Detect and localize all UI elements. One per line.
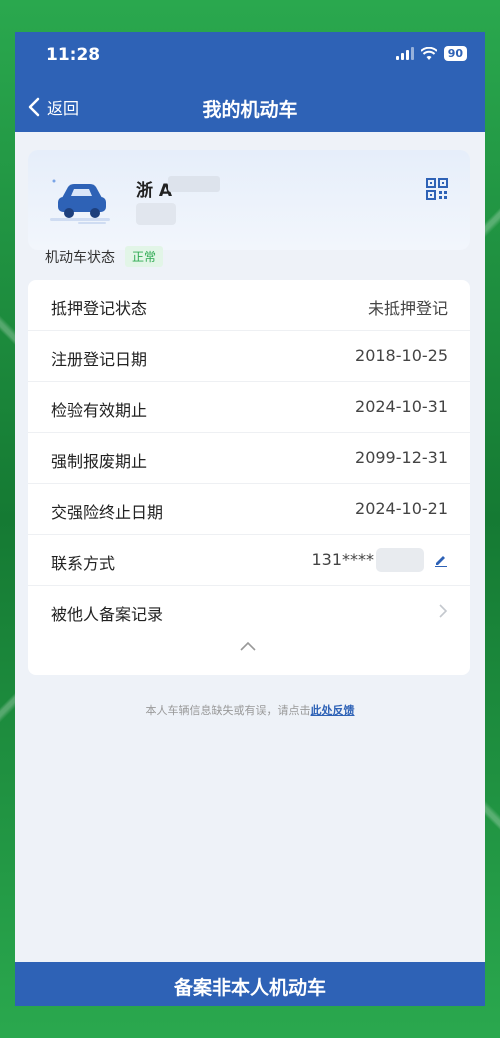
feedback-text: 本人车辆信息缺失或有误，请点击	[145, 704, 311, 717]
chevron-up-icon[interactable]	[239, 640, 257, 652]
phone-screen: 11:28 90 返回 我的机动车 浙 A 机动车状态 正常 抵押登记状态 未抵…	[15, 32, 485, 1006]
status-badge: 正常	[125, 246, 164, 267]
qr-code-icon[interactable]	[426, 178, 448, 200]
vehicle-masked-info	[136, 203, 176, 225]
status-icons: 90	[395, 46, 467, 61]
vehicle-status-label: 机动车状态	[45, 249, 115, 266]
info-row-filing-records[interactable]: 被他人备案记录	[28, 586, 470, 637]
edit-icon[interactable]	[434, 553, 448, 567]
vehicle-card[interactable]: 浙 A	[28, 150, 470, 250]
info-row-insurance-expiry: 交强险终止日期 2024-10-21	[28, 484, 470, 535]
top-bar: 11:28 90 返回 我的机动车	[15, 32, 485, 132]
info-label: 联系方式	[51, 554, 116, 573]
info-label: 注册登记日期	[51, 350, 148, 369]
info-row-contact[interactable]: 联系方式 131****	[28, 535, 470, 586]
license-plate: 浙 A	[136, 181, 173, 201]
info-row-inspection-expiry: 检验有效期止 2024-10-31	[28, 382, 470, 433]
status-bar: 11:28 90	[15, 32, 485, 80]
vehicle-info-list: 抵押登记状态 未抵押登记 注册登记日期 2018-10-25 检验有效期止 20…	[28, 280, 470, 675]
info-value: 2024-10-21	[355, 499, 448, 518]
info-row-scrap-deadline: 强制报废期止 2099-12-31	[28, 433, 470, 484]
info-value: 未抵押登记	[367, 299, 448, 318]
car-icon	[50, 179, 110, 224]
info-label: 强制报废期止	[51, 452, 148, 471]
plate-masked	[168, 176, 220, 192]
navigation-bar: 返回 我的机动车	[15, 86, 485, 130]
info-value: 2099-12-31	[355, 448, 448, 467]
page-title: 我的机动车	[202, 99, 298, 121]
battery-icon: 90	[443, 46, 467, 61]
info-value: 2018-10-25	[355, 346, 448, 365]
phone-masked	[376, 548, 424, 572]
register-other-vehicle-button[interactable]: 备案非本人机动车	[15, 962, 485, 1006]
info-label: 抵押登记状态	[51, 299, 148, 318]
status-time: 11:28	[46, 45, 101, 65]
chevron-right-icon	[439, 604, 448, 618]
signal-icon	[395, 47, 414, 60]
info-row-registration-date: 注册登记日期 2018-10-25	[28, 331, 470, 382]
contact-phone: 131****	[311, 550, 374, 569]
vehicle-status-row: 机动车状态 正常	[45, 246, 164, 267]
info-label: 交强险终止日期	[51, 503, 164, 522]
info-row-mortgage: 抵押登记状态 未抵押登记	[28, 280, 470, 331]
feedback-link[interactable]: 此处反馈	[311, 704, 355, 717]
info-label: 被他人备案记录	[51, 605, 164, 624]
info-label: 检验有效期止	[51, 401, 148, 420]
info-value: 2024-10-31	[355, 397, 448, 416]
feedback-note: 本人车辆信息缺失或有误，请点击此处反馈	[15, 702, 485, 718]
wifi-icon	[420, 46, 437, 60]
